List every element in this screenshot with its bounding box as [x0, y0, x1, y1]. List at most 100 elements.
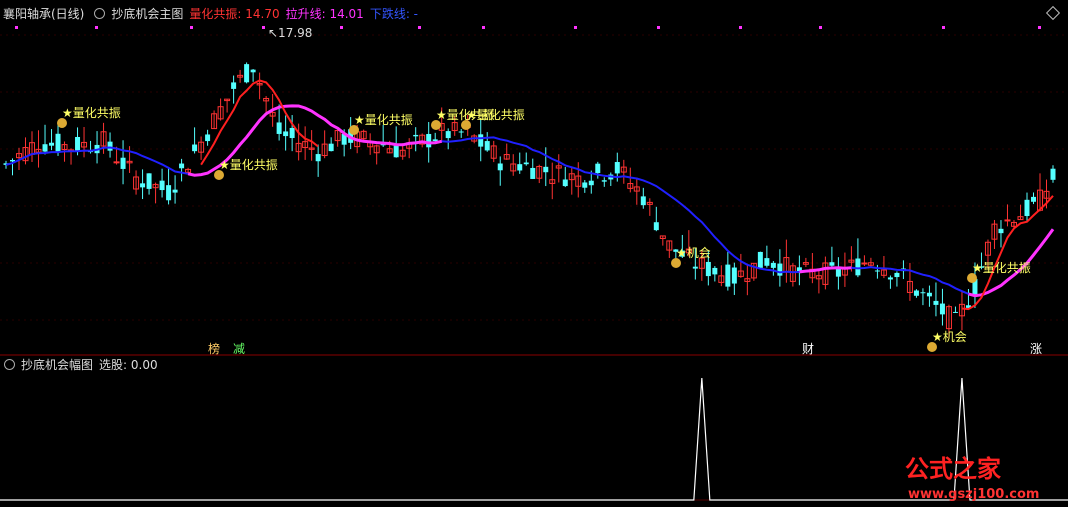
- fall-line: [5, 104, 1054, 297]
- candle-body: [874, 270, 880, 272]
- candle-body: [276, 122, 282, 134]
- candle-body: [205, 134, 211, 142]
- candle-body: [770, 262, 776, 268]
- candle-body: [146, 173, 152, 189]
- marker-dot: [739, 26, 742, 29]
- candle-body: [588, 180, 594, 186]
- candle-body: [894, 272, 900, 278]
- candle-body: [757, 251, 763, 268]
- candle-body: [725, 264, 731, 287]
- candle-body: [413, 134, 419, 137]
- marker-dot: [340, 26, 343, 29]
- sub-indicator-title: 抄底机会幅图: [21, 358, 94, 372]
- bottom-tag: 涨: [1030, 341, 1042, 356]
- candle-body: [861, 262, 868, 265]
- candle-body: [120, 157, 126, 169]
- candle-body: [731, 267, 737, 284]
- candle-body: [562, 179, 568, 187]
- marker-dot: [482, 26, 485, 29]
- candle-body: [712, 267, 718, 275]
- candle-body: [328, 143, 334, 152]
- watermark-brand: 公式之家: [905, 455, 1001, 483]
- marker-dot: [15, 26, 18, 29]
- high-price-label: ↖17.98: [268, 26, 312, 40]
- candle-body: [478, 134, 484, 147]
- candle-body: [705, 261, 711, 277]
- candle-body: [933, 300, 939, 305]
- sub-header: 抄底机会幅图 选股: 0.00: [0, 357, 164, 373]
- main-chart[interactable]: ↖17.98★量化共振★量化共振★量化共振 ★量化共振★量化共振★量化共振★机会★…: [0, 0, 1068, 507]
- marker-dot: [657, 26, 660, 29]
- watermark-url: www.gszj100.com: [908, 487, 1039, 502]
- candle-body: [640, 196, 646, 206]
- marker-dot: [262, 26, 265, 29]
- bottom-tag: 榜: [208, 341, 220, 356]
- marker-dot: [574, 26, 577, 29]
- candle-body: [998, 228, 1004, 234]
- candle-body: [192, 144, 198, 152]
- signal-label: ★量化共振: [354, 113, 413, 127]
- candle-body: [55, 133, 61, 153]
- candle-body: [458, 131, 464, 133]
- legend-fall: 下跌线: -: [369, 7, 419, 21]
- marker-dot: [95, 26, 98, 29]
- candle-body: [614, 162, 620, 174]
- legend-rise: 拉升线: 14.01: [285, 7, 364, 21]
- stock-title: 襄阳轴承(日线): [3, 7, 85, 21]
- candle-body: [315, 154, 321, 162]
- signal-label: ★机会: [932, 330, 967, 344]
- sub-toggle-icon[interactable]: [4, 359, 15, 370]
- indicator-toggle-icon[interactable]: [94, 8, 106, 19]
- candle-body: [530, 167, 536, 179]
- candle-body: [601, 180, 607, 182]
- candle-body: [42, 144, 48, 152]
- signal-label: ★量化共振: [466, 108, 525, 122]
- candle-body: [49, 142, 55, 146]
- candle-body: [250, 69, 256, 73]
- candle-body: [952, 311, 958, 313]
- candle-body: [159, 180, 165, 191]
- candle-body: [764, 258, 770, 266]
- candle-body: [140, 183, 146, 188]
- candle-body: [445, 131, 451, 139]
- signal-label: ★量化共振: [219, 158, 278, 172]
- candle-body: [244, 64, 250, 83]
- candle-body: [835, 268, 841, 277]
- main-header: 襄阳轴承(日线) 抄底机会主图 量化共振: 14.70 拉升线: 14.01 下跌线: …: [0, 6, 424, 22]
- candle-body: [829, 262, 835, 266]
- bottom-tag: 减: [233, 342, 245, 356]
- candle-body: [517, 164, 523, 171]
- candle-body: [543, 166, 549, 173]
- marker-dot: [190, 26, 193, 29]
- candle-body: [595, 163, 601, 174]
- indicator-title: 抄底机会主图: [111, 7, 184, 21]
- candle-body: [582, 182, 588, 188]
- candle-body: [1004, 219, 1011, 222]
- candle-body: [231, 82, 237, 89]
- chart-stage: ↖17.98 ★量化共振 ★量化共振 ★量化共振 ★量化共振 ★量化共振 ★量化共振 ★机会 ★…: [0, 0, 1068, 507]
- legend-fast: 量化共振: 14.70: [189, 7, 280, 21]
- candle-body: [926, 292, 932, 297]
- candle-body: [166, 185, 172, 201]
- candles-group: [3, 62, 1056, 339]
- candle-body: [913, 290, 919, 296]
- candle-body: [497, 163, 503, 171]
- candle-body: [777, 263, 783, 276]
- signal-label: ★量化共振: [62, 106, 121, 120]
- signal-label: ★机会: [676, 246, 711, 260]
- candle-body: [1050, 168, 1056, 180]
- candle-body: [172, 189, 178, 193]
- candle-body: [107, 141, 113, 151]
- candle-body: [920, 292, 926, 294]
- signal-label: ★量化共振: [972, 261, 1031, 275]
- candle-body: [523, 162, 529, 165]
- candle-body: [283, 131, 289, 137]
- candle-body: [484, 141, 490, 151]
- candle-body: [887, 277, 893, 280]
- candle-body: [179, 163, 185, 169]
- candle-body: [692, 266, 698, 269]
- candle-body: [855, 258, 861, 276]
- candle-body: [653, 222, 659, 231]
- marker-dot: [942, 26, 945, 29]
- marker-dot: [418, 26, 421, 29]
